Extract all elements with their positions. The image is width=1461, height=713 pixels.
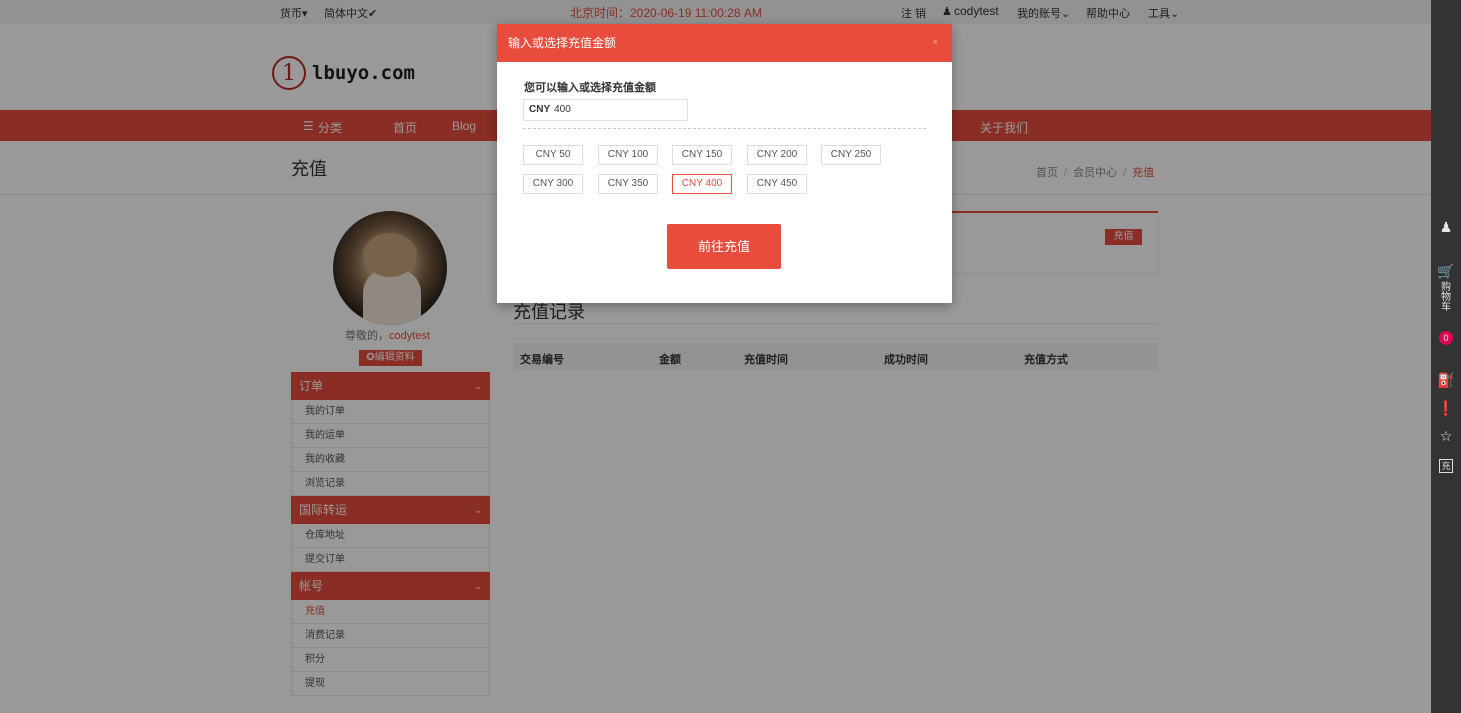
amount-option[interactable]: CNY 300 xyxy=(523,174,583,194)
amount-currency: CNY xyxy=(529,104,551,115)
cart-label[interactable]: 购 物 车 xyxy=(1431,283,1461,313)
footprint-icon[interactable]: ❗ xyxy=(1431,400,1461,417)
recharge-modal: 输入或选择充值金额 × 您可以输入或选择充值金额 CNY 400 CNY 50 C… xyxy=(497,24,952,303)
divider xyxy=(523,128,926,129)
amount-option[interactable]: CNY 150 xyxy=(672,145,732,165)
proceed-recharge-button[interactable]: 前往充值 xyxy=(667,224,781,269)
amount-option[interactable]: CNY 200 xyxy=(747,145,807,165)
amount-option[interactable]: CNY 250 xyxy=(821,145,881,165)
user-icon[interactable]: ♟ xyxy=(1431,219,1461,236)
amount-input[interactable]: CNY 400 xyxy=(523,99,688,121)
amount-label: 您可以输入或选择充值金额 xyxy=(524,82,656,94)
amount-option-selected[interactable]: CNY 400 xyxy=(672,174,732,194)
amount-option[interactable]: CNY 100 xyxy=(598,145,658,165)
money-bag-icon[interactable]: ⛽ xyxy=(1431,372,1461,389)
recharge-icon[interactable]: 充 xyxy=(1439,459,1453,473)
amount-option[interactable]: CNY 450 xyxy=(747,174,807,194)
modal-header: 输入或选择充值金额 × xyxy=(497,24,952,62)
amount-option[interactable]: CNY 350 xyxy=(598,174,658,194)
amount-option[interactable]: CNY 50 xyxy=(523,145,583,165)
cart-icon[interactable]: 🛒 xyxy=(1431,263,1461,280)
cart-count-badge: 0 xyxy=(1439,331,1453,345)
right-toolbar: ♟ 🛒 购 物 车 0 ⛽ ❗ ☆ 充 xyxy=(1431,0,1461,713)
cart-label-char: 车 xyxy=(1441,302,1451,313)
modal-title: 输入或选择充值金额 xyxy=(508,36,617,50)
amount-value: 400 xyxy=(554,104,571,115)
close-icon[interactable]: × xyxy=(932,24,938,62)
star-icon[interactable]: ☆ xyxy=(1431,428,1461,445)
